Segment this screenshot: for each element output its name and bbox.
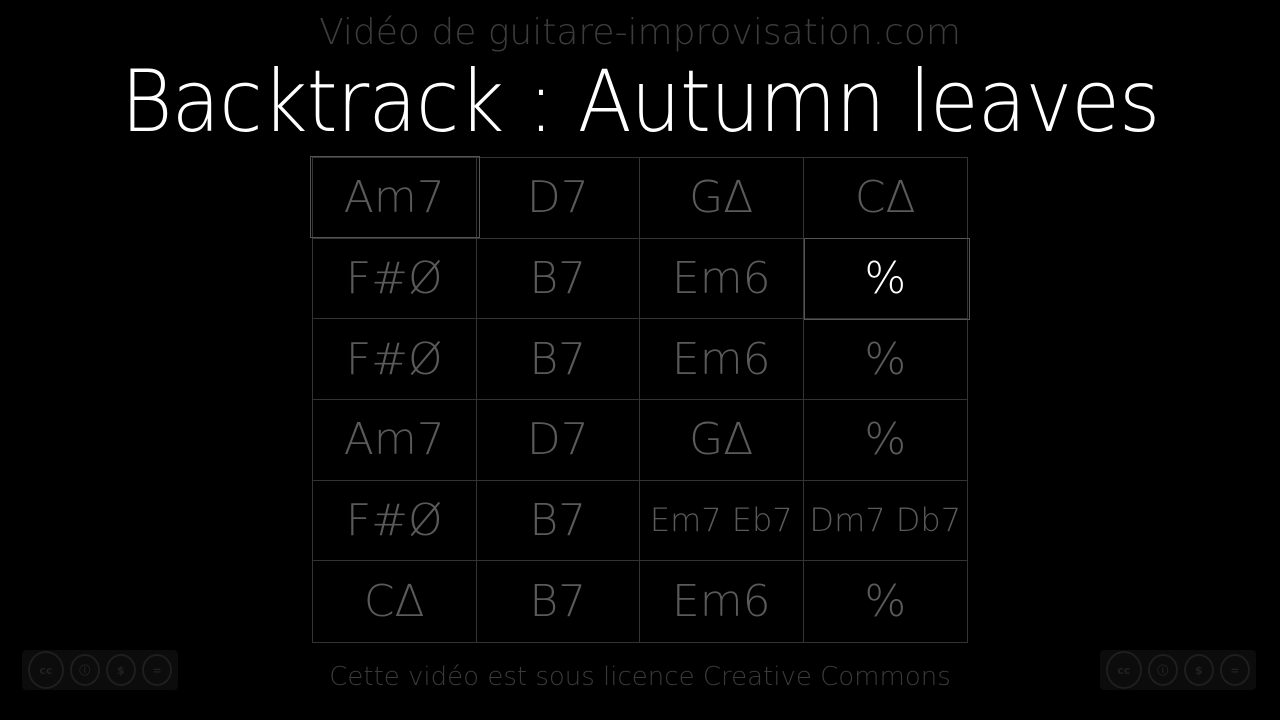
page-title: Backtrack : Autumn leaves [120,52,1161,152]
chord-cell: % [803,319,967,400]
chord-cell: C∆ [803,158,967,239]
chord-cell: G∆ [640,399,804,481]
chord-cell: Dm7 Db7 [803,481,967,562]
chord-cell: B7 [477,561,640,642]
chord-cell: % [864,576,907,628]
site-credit: Vidéo de guitare-improvisation.com [319,12,961,53]
chord-cell: % [803,239,967,320]
chord-cell: F#Ø [313,238,477,320]
nc-icon: $ [1183,654,1214,686]
cc-icon: cc [28,651,64,689]
cc-icon: cc [1106,651,1142,689]
nc-icon: $ [105,654,136,686]
chord-cell: Em6 [640,561,804,642]
chord-cell: F#Ø [313,480,477,562]
chord-grid: Am7 D7 G∆ C∆ F#Ø B7 Em6% F#Ø B7 Em6% Am7 D7 G∆% F#Ø B7… [312,157,968,643]
chord-cell: D7 [476,399,640,481]
chord-cell: F#Ø [313,319,477,400]
chord-cell: B7 [476,319,640,400]
nd-icon: = [141,654,173,686]
chord-cell: B7 [476,238,640,320]
chord-cell: % [803,400,967,481]
nd-icon: = [1219,654,1251,686]
chord-cell: C∆ [313,561,477,642]
chord-cell: Am7 [313,399,477,481]
chord-cell: D7 [476,158,640,239]
chord-cell: Em7 Eb7 [640,480,804,562]
cc-badge-right: cc ⓘ $ = [1100,650,1256,690]
by-icon: ⓘ [1147,654,1178,686]
by-icon: ⓘ [69,654,100,686]
chord-cell: Em6 [640,238,804,320]
chord-cell: Em6 [640,319,804,400]
chord-cell: G∆ [640,158,804,239]
chord-cell: Am7 [313,158,477,239]
chord-cell: B7 [476,480,640,562]
cc-badge-left: cc ⓘ $ = [22,650,178,690]
license-text: Cette vidéo est sous licence Creative Co… [329,662,951,692]
